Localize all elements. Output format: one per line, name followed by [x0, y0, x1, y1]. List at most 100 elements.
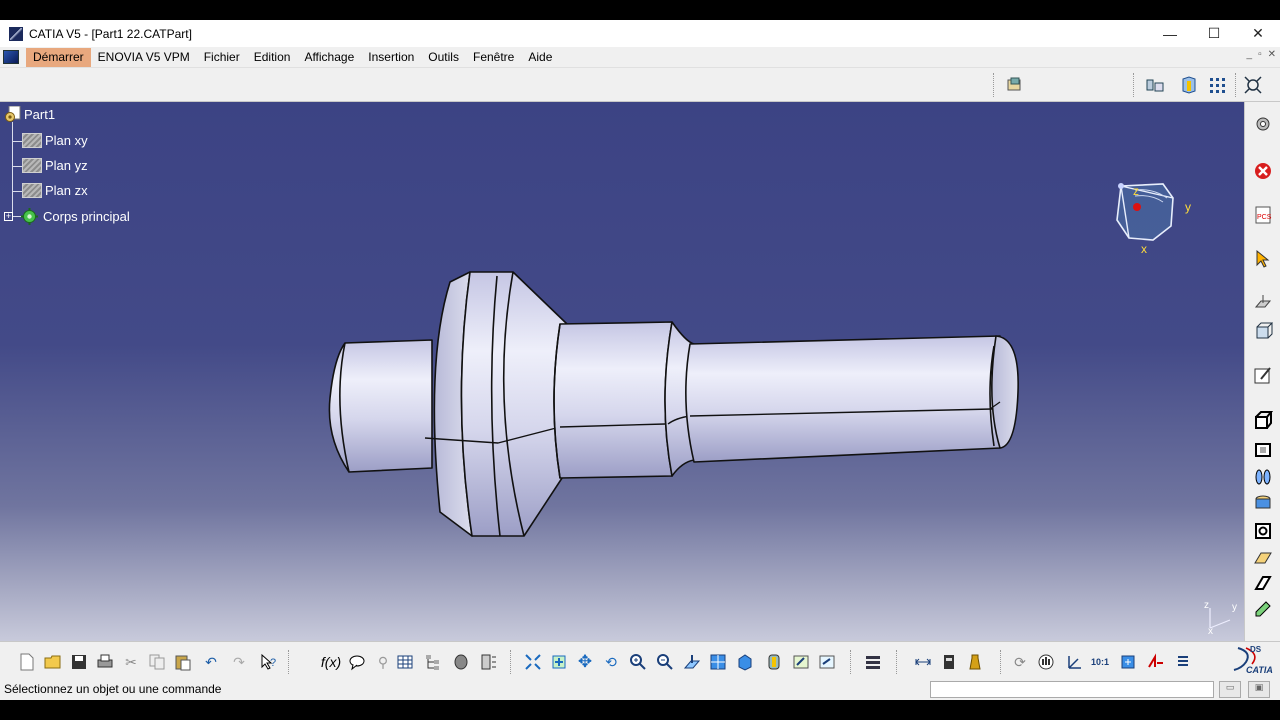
stop-icon[interactable] [1252, 160, 1274, 182]
mini-axis-triad: z y x [1200, 600, 1240, 640]
svg-text:?: ? [270, 657, 276, 669]
start-menu-icon[interactable] [3, 50, 19, 64]
grid-icon[interactable] [1207, 74, 1229, 96]
tree-icon[interactable] [422, 651, 444, 673]
catia-app-icon [9, 26, 23, 41]
3d-shaft-part[interactable] [0, 102, 1244, 641]
3d-viewport[interactable]: Part1 Plan xy Plan yz Plan zx + Corps pr… [0, 102, 1244, 641]
status-button-restore[interactable]: ▭ [1219, 681, 1241, 698]
link-icon[interactable]: ⚲ [372, 651, 394, 673]
render-icon[interactable] [862, 651, 884, 673]
redo-icon[interactable]: ↷ [228, 651, 250, 673]
new-icon[interactable] [16, 651, 38, 673]
constraint-icon[interactable] [1145, 651, 1167, 673]
doc-restore-button[interactable]: ▫ [1258, 49, 1262, 60]
scale-icon[interactable]: 10:1 [1089, 651, 1111, 673]
svg-text:PCS: PCS [1257, 214, 1272, 221]
pcs-icon[interactable]: PCS [1252, 204, 1274, 226]
menu-fenetre[interactable]: Fenêtre [466, 48, 521, 67]
hide-show-icon[interactable] [790, 651, 812, 673]
update-icon[interactable]: ⟳ [1009, 651, 1031, 673]
inertia-icon[interactable] [938, 651, 960, 673]
table-icon[interactable] [394, 651, 416, 673]
ds-label: DS [1250, 645, 1262, 654]
groove-icon[interactable] [1252, 492, 1274, 514]
bottom-toolbar: ✂ ↶ ↷ ? f(x) ⚲ ✥ ⟲ ⟳ 10:1 DS CATIA [0, 641, 1280, 678]
plane-icon[interactable] [1252, 292, 1274, 314]
minimize-button[interactable]: — [1148, 20, 1192, 47]
open-icon[interactable] [42, 651, 64, 673]
list-icon[interactable] [1172, 651, 1194, 673]
paste-icon[interactable] [172, 651, 194, 673]
normal-view-icon[interactable] [681, 651, 703, 673]
menu-demarrer[interactable]: Démarrer [26, 47, 91, 67]
pan-icon[interactable]: ✥ [574, 651, 596, 673]
rotate-icon[interactable]: ⟲ [600, 651, 622, 673]
mini-axis-x-label: x [1208, 626, 1213, 637]
shaft-icon[interactable] [1252, 466, 1274, 488]
toolbar-separator [288, 650, 290, 674]
constraint-display-icon[interactable] [1144, 74, 1166, 96]
compass-snap-icon[interactable] [1242, 74, 1264, 96]
rib-icon[interactable] [1252, 546, 1274, 568]
cube-icon[interactable] [1252, 320, 1274, 342]
zoom-in-icon[interactable] [627, 651, 649, 673]
save-icon[interactable] [68, 651, 90, 673]
gear-icon[interactable] [1252, 113, 1274, 135]
axis-icon[interactable] [1063, 651, 1085, 673]
pad-icon[interactable] [1252, 409, 1274, 431]
menu-insertion[interactable]: Insertion [361, 48, 421, 67]
measure-icon[interactable] [450, 651, 472, 673]
material-icon[interactable] [964, 651, 986, 673]
formula-icon[interactable]: f(x) [320, 651, 342, 673]
pocket-icon[interactable] [1252, 438, 1274, 460]
iso-view-icon[interactable] [734, 651, 756, 673]
menu-enovia[interactable]: ENOVIA V5 VPM [91, 48, 197, 67]
undo-icon[interactable]: ↶ [200, 651, 222, 673]
zoom-area-icon[interactable] [1117, 651, 1139, 673]
multi-view-icon[interactable] [707, 651, 729, 673]
window-title: CATIA V5 - [Part1 22.CATPart] [29, 26, 192, 41]
screen-bottom-border [0, 700, 1280, 720]
menu-affichage[interactable]: Affichage [297, 48, 361, 67]
maximize-button[interactable]: ☐ [1192, 20, 1236, 47]
toolbar-separator [510, 650, 512, 674]
toolbar-separator [896, 650, 898, 674]
toolbar-separator [1133, 73, 1135, 97]
sketch-icon[interactable] [1252, 364, 1274, 386]
zoom-out-icon[interactable] [654, 651, 676, 673]
analysis-icon[interactable] [478, 651, 500, 673]
top-toolbar [0, 68, 1280, 102]
menu-edition[interactable]: Edition [247, 48, 298, 67]
command-input[interactable] [930, 681, 1214, 698]
toolbar-separator [993, 73, 995, 97]
fastening-icon[interactable] [1178, 74, 1200, 96]
cut-icon[interactable]: ✂ [120, 651, 142, 673]
slot-icon[interactable] [1252, 572, 1274, 594]
menu-aide[interactable]: Aide [521, 48, 559, 67]
doc-minimize-button[interactable]: _ [1247, 49, 1253, 60]
fit-all-icon[interactable] [522, 651, 544, 673]
swap-icon[interactable] [816, 651, 838, 673]
window-controls: — ☐ ✕ [1148, 20, 1280, 47]
doc-close-button[interactable]: ✕ [1268, 49, 1276, 60]
shading-icon[interactable] [763, 651, 785, 673]
hole-icon[interactable] [1252, 520, 1274, 542]
whats-this-icon[interactable]: ? [258, 651, 280, 673]
copy-icon[interactable] [146, 651, 168, 673]
catalog-icon[interactable] [1004, 74, 1026, 96]
close-button[interactable]: ✕ [1236, 20, 1280, 47]
comment-icon[interactable] [346, 651, 368, 673]
menu-fichier[interactable]: Fichier [197, 48, 247, 67]
select-icon[interactable] [1252, 248, 1274, 270]
hand-icon[interactable] [1035, 651, 1057, 673]
measure-between-icon[interactable] [912, 651, 934, 673]
status-button-maximize[interactable]: ▣ [1248, 681, 1270, 698]
print-icon[interactable] [94, 651, 116, 673]
toolbar-separator [1000, 650, 1002, 674]
edit-icon[interactable] [1252, 598, 1274, 620]
status-bar: Sélectionnez un objet ou une commande ▭ … [0, 678, 1280, 700]
select-icon[interactable] [548, 651, 570, 673]
toolbar-separator [1235, 73, 1237, 97]
menu-outils[interactable]: Outils [421, 48, 466, 67]
